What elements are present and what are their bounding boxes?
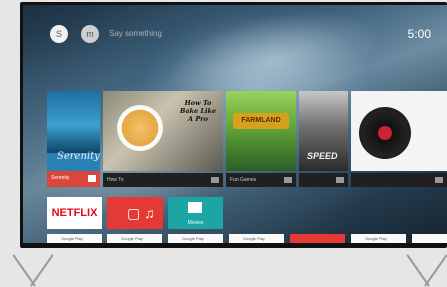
card-music[interactable] bbox=[351, 91, 447, 187]
pie-image bbox=[117, 105, 163, 151]
card-bake[interactable]: How To Bake Like A Pro How To bbox=[103, 91, 223, 187]
search-hint: Say something bbox=[109, 29, 162, 38]
search-icon[interactable]: S bbox=[50, 25, 68, 43]
app-badge-icon bbox=[88, 175, 96, 182]
card-bake-title: How To Bake Like A Pro bbox=[179, 99, 217, 123]
card-speed-art: SPEED bbox=[299, 91, 348, 171]
card-speed-footer bbox=[299, 173, 348, 187]
store-tile[interactable]: Google Play bbox=[351, 234, 406, 243]
app-movies[interactable]: Movies bbox=[168, 197, 223, 229]
card-game-footer-label: Fun Games bbox=[230, 177, 257, 183]
card-game[interactable]: FARMLAND Fun Games bbox=[226, 91, 296, 187]
card-game-title: FARMLAND bbox=[233, 113, 289, 129]
app-movies-label: Movies bbox=[187, 220, 204, 226]
card-bake-footer: How To bbox=[103, 173, 223, 187]
clock: 5:00 bbox=[407, 27, 431, 41]
card-speed[interactable]: SPEED bbox=[299, 91, 348, 187]
app-badge-icon bbox=[435, 177, 443, 183]
card-speed-title: SPEED bbox=[307, 151, 338, 161]
card-game-art: FARMLAND bbox=[226, 91, 296, 171]
store-tile[interactable]: Google Play bbox=[47, 234, 102, 243]
stand-leg bbox=[12, 254, 36, 287]
app-badge-icon bbox=[336, 177, 344, 183]
card-bake-art: How To Bake Like A Pro bbox=[103, 91, 223, 171]
card-game-footer: Fun Games bbox=[226, 173, 296, 187]
movies-icon bbox=[188, 202, 202, 213]
vinyl-record-icon bbox=[359, 107, 411, 159]
card-serenity-art bbox=[47, 91, 100, 153]
app-badge-icon bbox=[284, 177, 292, 183]
card-bake-footer-label: How To bbox=[107, 177, 124, 183]
app-media[interactable]: ▢ ♫ bbox=[107, 197, 163, 229]
store-tile[interactable]: Google Play bbox=[168, 234, 223, 243]
card-serenity-title: Serenity bbox=[57, 151, 100, 162]
app-netflix[interactable]: NETFLIX bbox=[47, 197, 102, 229]
stand-leg bbox=[406, 254, 430, 287]
home-screen: S m Say something 5:00 Serenity Serenity… bbox=[23, 5, 447, 243]
top-bar: S m Say something 5:00 bbox=[23, 5, 447, 45]
store-tile[interactable]: Google Play bbox=[229, 234, 284, 243]
media-icon: ▢ ♫ bbox=[127, 205, 155, 221]
card-serenity-footer: Serenity bbox=[47, 171, 100, 187]
tv-frame: S m Say something 5:00 Serenity Serenity… bbox=[20, 2, 447, 248]
card-serenity-footer-label: Serenity bbox=[51, 175, 70, 181]
app-badge-icon bbox=[211, 177, 219, 183]
store-tile[interactable]: Google Play bbox=[107, 234, 162, 243]
card-music-art bbox=[351, 91, 447, 171]
card-music-footer bbox=[351, 173, 447, 187]
store-tile[interactable] bbox=[412, 234, 447, 243]
card-serenity[interactable]: Serenity Serenity bbox=[47, 91, 100, 187]
store-tile[interactable] bbox=[290, 234, 345, 243]
mic-icon[interactable]: m bbox=[81, 25, 99, 43]
